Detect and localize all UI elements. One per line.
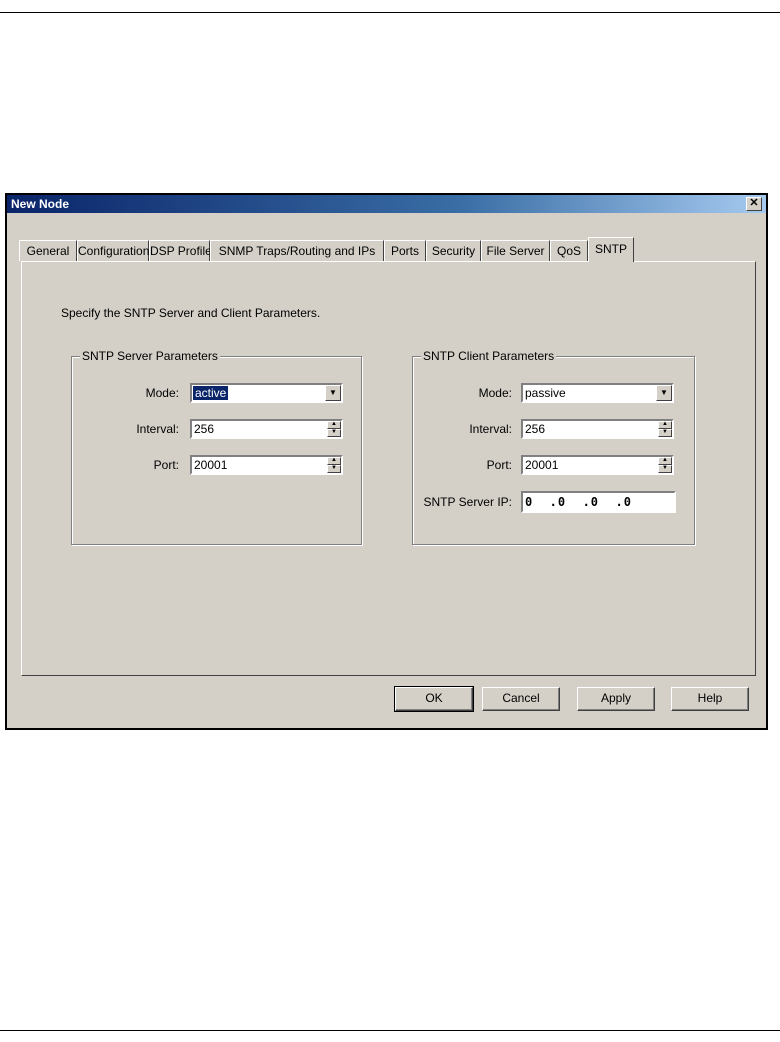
client-port-label: Port: bbox=[486, 458, 512, 472]
client-interval-label: Interval: bbox=[469, 422, 512, 436]
server-mode-label: Mode: bbox=[145, 386, 179, 400]
server-port-spinner[interactable]: 20001 ▲ ▼ bbox=[190, 455, 343, 475]
spin-arrows-icon[interactable]: ▲ ▼ bbox=[327, 457, 341, 473]
window-title: New Node bbox=[11, 197, 70, 211]
client-mode-label: Mode: bbox=[478, 386, 512, 400]
client-port-spinner[interactable]: 20001 ▲ ▼ bbox=[521, 455, 674, 475]
help-button[interactable]: Help bbox=[671, 687, 749, 711]
apply-button[interactable]: Apply bbox=[577, 687, 655, 711]
client-interval-spinner[interactable]: 256 ▲ ▼ bbox=[521, 419, 674, 439]
new-node-dialog: New Node ✕ General Configuration DSP Pro… bbox=[5, 193, 768, 730]
close-icon: ✕ bbox=[749, 197, 759, 209]
close-button[interactable]: ✕ bbox=[746, 197, 762, 211]
top-rule bbox=[0, 12, 780, 13]
ok-button[interactable]: OK bbox=[394, 686, 474, 712]
sntp-server-legend: SNTP Server Parameters bbox=[80, 349, 220, 363]
server-interval-spinner[interactable]: 256 ▲ ▼ bbox=[190, 419, 343, 439]
bottom-rule bbox=[0, 1030, 780, 1031]
sntp-client-legend: SNTP Client Parameters bbox=[421, 349, 557, 363]
tab-dsp-profile[interactable]: DSP Profile bbox=[149, 240, 212, 261]
tab-sntp[interactable]: SNTP bbox=[588, 237, 634, 262]
server-port-label: Port: bbox=[153, 458, 179, 472]
server-interval-label: Interval: bbox=[136, 422, 179, 436]
client-mode-select[interactable]: passive ▼ bbox=[521, 383, 674, 403]
title-bar[interactable]: New Node ✕ bbox=[7, 195, 766, 213]
tab-qos[interactable]: QoS bbox=[550, 240, 588, 261]
client-ip-label: SNTP Server IP: bbox=[423, 495, 512, 509]
server-mode-select[interactable]: active ▼ bbox=[190, 383, 343, 403]
tab-snmp-traps[interactable]: SNMP Traps/Routing and IPs bbox=[210, 240, 384, 261]
tab-general[interactable]: General bbox=[19, 240, 77, 261]
tab-security[interactable]: Security bbox=[426, 240, 481, 261]
tab-configuration[interactable]: Configuration bbox=[77, 240, 149, 261]
spin-arrows-icon[interactable]: ▲ ▼ bbox=[658, 457, 672, 473]
tab-ports[interactable]: Ports bbox=[384, 240, 426, 261]
spin-arrows-icon[interactable]: ▲ ▼ bbox=[327, 421, 341, 437]
intro-text: Specify the SNTP Server and Client Param… bbox=[61, 306, 321, 320]
sntp-server-ip-field[interactable]: 0 .0 .0 .0 bbox=[521, 491, 676, 513]
cancel-button[interactable]: Cancel bbox=[482, 687, 560, 711]
spin-arrows-icon[interactable]: ▲ ▼ bbox=[658, 421, 672, 437]
chevron-down-icon[interactable]: ▼ bbox=[656, 385, 672, 401]
tab-file-server[interactable]: File Server bbox=[481, 240, 550, 261]
chevron-down-icon[interactable]: ▼ bbox=[325, 385, 341, 401]
